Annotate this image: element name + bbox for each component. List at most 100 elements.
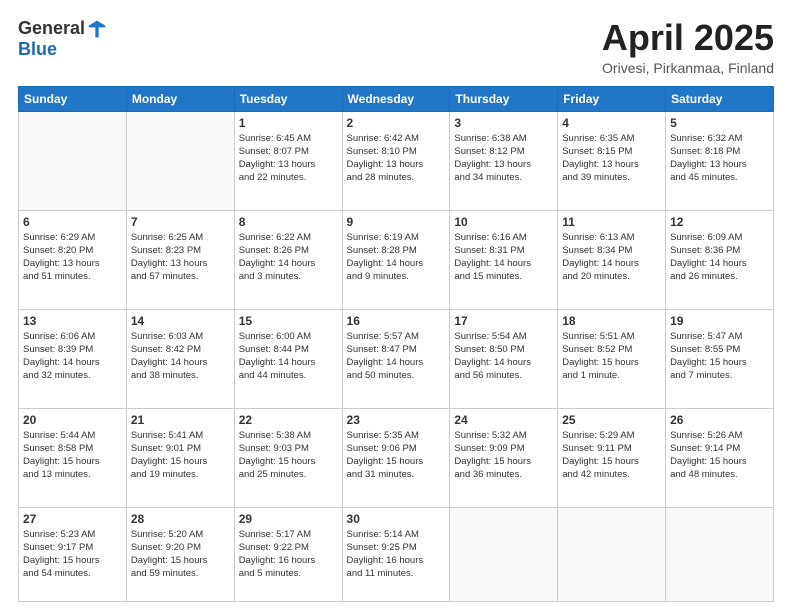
day-info: Sunrise: 5:47 AM Sunset: 8:55 PM Dayligh… (670, 330, 769, 383)
day-info: Sunrise: 6:22 AM Sunset: 8:26 PM Dayligh… (239, 231, 338, 284)
calendar-cell (558, 507, 666, 601)
month-title: April 2025 (602, 18, 774, 58)
day-number: 2 (347, 116, 446, 130)
day-number: 15 (239, 314, 338, 328)
day-info: Sunrise: 5:54 AM Sunset: 8:50 PM Dayligh… (454, 330, 553, 383)
day-info: Sunrise: 6:00 AM Sunset: 8:44 PM Dayligh… (239, 330, 338, 383)
day-number: 10 (454, 215, 553, 229)
logo-icon (87, 19, 107, 39)
calendar-cell: 23 Sunrise: 5:35 AM Sunset: 9:06 PM Dayli… (342, 408, 450, 507)
calendar-header-row: SundayMondayTuesdayWednesdayThursdayFrid… (19, 86, 774, 111)
logo-blue-text: Blue (18, 39, 57, 60)
calendar-cell: 10 Sunrise: 6:16 AM Sunset: 8:31 PM Dayli… (450, 210, 558, 309)
logo: General Blue (18, 18, 107, 60)
day-info: Sunrise: 5:35 AM Sunset: 9:06 PM Dayligh… (347, 429, 446, 482)
calendar-cell: 3Sunrise: 6:38 AM Sunset: 8:12 PM Daylig… (450, 111, 558, 210)
calendar-cell: 24Sunrise: 5:32 AM Sunset: 9:09 PM Dayli… (450, 408, 558, 507)
header: General Blue April 2025 Orivesi, Pirkanm… (18, 18, 774, 76)
day-info: Sunrise: 5:32 AM Sunset: 9:09 PM Dayligh… (454, 429, 553, 482)
calendar-cell: 28Sunrise: 5:20 AM Sunset: 9:20 PM Dayli… (126, 507, 234, 601)
calendar-cell: 7 Sunrise: 6:25 AM Sunset: 8:23 PM Daylig… (126, 210, 234, 309)
day-info: Sunrise: 6:25 AM Sunset: 8:23 PM Dayligh… (131, 231, 230, 284)
calendar-cell: 30 Sunrise: 5:14 AM Sunset: 9:25 PM Dayli… (342, 507, 450, 601)
day-number: 9 (347, 215, 446, 229)
day-info: Sunrise: 6:29 AM Sunset: 8:20 PM Dayligh… (23, 231, 122, 284)
day-info: Sunrise: 5:38 AM Sunset: 9:03 PM Dayligh… (239, 429, 338, 482)
calendar-day-header: Thursday (450, 86, 558, 111)
page: General Blue April 2025 Orivesi, Pirkanm… (0, 0, 792, 612)
calendar-day-header: Sunday (19, 86, 127, 111)
calendar-cell: 27 Sunrise: 5:23 AM Sunset: 9:17 PM Dayli… (19, 507, 127, 601)
calendar-cell (666, 507, 774, 601)
calendar-cell: 21 Sunrise: 5:41 AM Sunset: 9:01 PM Dayli… (126, 408, 234, 507)
day-number: 27 (23, 512, 122, 526)
day-number: 19 (670, 314, 769, 328)
day-info: Sunrise: 5:20 AM Sunset: 9:20 PM Dayligh… (131, 528, 230, 581)
calendar-cell (19, 111, 127, 210)
day-info: Sunrise: 6:45 AM Sunset: 8:07 PM Dayligh… (239, 132, 338, 185)
calendar-cell (126, 111, 234, 210)
day-number: 7 (131, 215, 230, 229)
calendar-cell: 19 Sunrise: 5:47 AM Sunset: 8:55 PM Dayli… (666, 309, 774, 408)
calendar-cell: 17 Sunrise: 5:54 AM Sunset: 8:50 PM Dayli… (450, 309, 558, 408)
day-info: Sunrise: 5:57 AM Sunset: 8:47 PM Dayligh… (347, 330, 446, 383)
calendar-day-header: Tuesday (234, 86, 342, 111)
calendar-cell: 2 Sunrise: 6:42 AM Sunset: 8:10 PM Daylig… (342, 111, 450, 210)
day-info: Sunrise: 5:51 AM Sunset: 8:52 PM Dayligh… (562, 330, 661, 383)
day-number: 25 (562, 413, 661, 427)
day-info: Sunrise: 5:17 AM Sunset: 9:22 PM Dayligh… (239, 528, 338, 581)
day-info: Sunrise: 5:14 AM Sunset: 9:25 PM Dayligh… (347, 528, 446, 581)
day-number: 16 (347, 314, 446, 328)
calendar-cell: 26Sunrise: 5:26 AM Sunset: 9:14 PM Dayli… (666, 408, 774, 507)
day-number: 6 (23, 215, 122, 229)
day-number: 17 (454, 314, 553, 328)
day-number: 23 (347, 413, 446, 427)
day-info: Sunrise: 6:13 AM Sunset: 8:34 PM Dayligh… (562, 231, 661, 284)
day-info: Sunrise: 6:16 AM Sunset: 8:31 PM Dayligh… (454, 231, 553, 284)
day-number: 29 (239, 512, 338, 526)
day-info: Sunrise: 6:03 AM Sunset: 8:42 PM Dayligh… (131, 330, 230, 383)
calendar-cell: 11 Sunrise: 6:13 AM Sunset: 8:34 PM Dayli… (558, 210, 666, 309)
calendar-cell: 29 Sunrise: 5:17 AM Sunset: 9:22 PM Dayli… (234, 507, 342, 601)
day-info: Sunrise: 6:38 AM Sunset: 8:12 PM Dayligh… (454, 132, 553, 185)
calendar-day-header: Saturday (666, 86, 774, 111)
logo-general-text: General (18, 18, 85, 39)
calendar-cell: 1 Sunrise: 6:45 AM Sunset: 8:07 PM Daylig… (234, 111, 342, 210)
day-number: 18 (562, 314, 661, 328)
day-number: 4 (562, 116, 661, 130)
calendar-table: SundayMondayTuesdayWednesdayThursdayFrid… (18, 86, 774, 602)
day-number: 12 (670, 215, 769, 229)
calendar-cell: 16 Sunrise: 5:57 AM Sunset: 8:47 PM Dayli… (342, 309, 450, 408)
day-number: 21 (131, 413, 230, 427)
calendar-day-header: Friday (558, 86, 666, 111)
calendar-cell: 13Sunrise: 6:06 AM Sunset: 8:39 PM Dayli… (19, 309, 127, 408)
day-number: 30 (347, 512, 446, 526)
day-number: 14 (131, 314, 230, 328)
calendar-cell: 15 Sunrise: 6:00 AM Sunset: 8:44 PM Dayli… (234, 309, 342, 408)
calendar-cell: 14 Sunrise: 6:03 AM Sunset: 8:42 PM Dayli… (126, 309, 234, 408)
calendar-cell: 4Sunrise: 6:35 AM Sunset: 8:15 PM Daylig… (558, 111, 666, 210)
day-info: Sunrise: 6:42 AM Sunset: 8:10 PM Dayligh… (347, 132, 446, 185)
calendar-cell: 9Sunrise: 6:19 AM Sunset: 8:28 PM Daylig… (342, 210, 450, 309)
day-info: Sunrise: 5:41 AM Sunset: 9:01 PM Dayligh… (131, 429, 230, 482)
calendar-cell: 18 Sunrise: 5:51 AM Sunset: 8:52 PM Dayli… (558, 309, 666, 408)
calendar-cell: 6 Sunrise: 6:29 AM Sunset: 8:20 PM Daylig… (19, 210, 127, 309)
location-subtitle: Orivesi, Pirkanmaa, Finland (602, 60, 774, 76)
day-info: Sunrise: 5:26 AM Sunset: 9:14 PM Dayligh… (670, 429, 769, 482)
calendar-cell: 25 Sunrise: 5:29 AM Sunset: 9:11 PM Dayli… (558, 408, 666, 507)
day-number: 11 (562, 215, 661, 229)
day-info: Sunrise: 5:29 AM Sunset: 9:11 PM Dayligh… (562, 429, 661, 482)
day-number: 20 (23, 413, 122, 427)
day-number: 5 (670, 116, 769, 130)
calendar-cell: 8Sunrise: 6:22 AM Sunset: 8:26 PM Daylig… (234, 210, 342, 309)
day-info: Sunrise: 6:32 AM Sunset: 8:18 PM Dayligh… (670, 132, 769, 185)
day-number: 1 (239, 116, 338, 130)
day-number: 22 (239, 413, 338, 427)
title-section: April 2025 Orivesi, Pirkanmaa, Finland (602, 18, 774, 76)
day-info: Sunrise: 5:23 AM Sunset: 9:17 PM Dayligh… (23, 528, 122, 581)
calendar-cell: 22 Sunrise: 5:38 AM Sunset: 9:03 PM Dayli… (234, 408, 342, 507)
calendar-day-header: Monday (126, 86, 234, 111)
calendar-cell: 5 Sunrise: 6:32 AM Sunset: 8:18 PM Daylig… (666, 111, 774, 210)
day-info: Sunrise: 6:06 AM Sunset: 8:39 PM Dayligh… (23, 330, 122, 383)
calendar-day-header: Wednesday (342, 86, 450, 111)
